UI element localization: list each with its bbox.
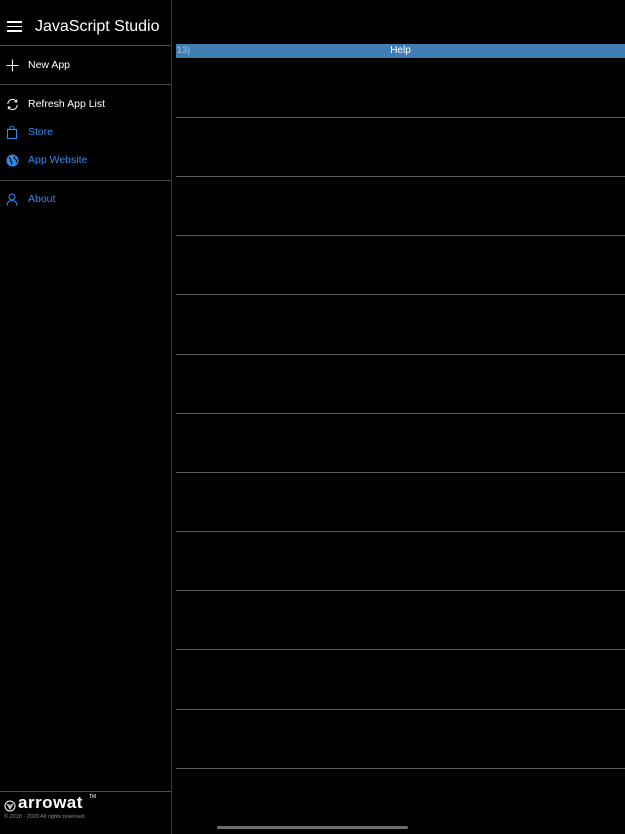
row-separator — [176, 413, 625, 414]
divider — [0, 84, 171, 85]
row-separator — [176, 354, 625, 355]
row-separator — [176, 649, 625, 650]
copyright-text: © 2018 - 2020 All rights reserved. — [4, 814, 86, 820]
help-label: Help — [390, 45, 411, 56]
arrowat-logo: arrowat TM — [4, 793, 164, 826]
row-separator — [176, 590, 625, 591]
row-separator — [176, 531, 625, 532]
app-website-link[interactable]: App Website — [0, 148, 171, 172]
globe-icon — [5, 153, 19, 167]
refresh-icon — [5, 97, 19, 111]
row-separator — [176, 294, 625, 295]
divider — [0, 45, 171, 46]
row-separator — [176, 472, 625, 473]
shopping-bag-icon — [5, 125, 19, 139]
hamburger-menu-icon[interactable] — [7, 21, 22, 32]
home-indicator[interactable] — [217, 826, 408, 829]
new-app-button[interactable]: New App — [0, 53, 171, 77]
logo-text: arrowat — [18, 793, 83, 812]
help-bar[interactable]: 13) Help — [176, 44, 625, 58]
person-icon — [5, 192, 19, 206]
main-content: 13) Help — [176, 44, 625, 834]
logo-trademark: TM — [89, 794, 97, 800]
row-separator — [176, 235, 625, 236]
store-label: Store — [28, 126, 54, 138]
plus-icon — [5, 58, 19, 72]
new-app-label: New App — [28, 59, 71, 71]
sidebar-header: JavaScript Studio — [0, 0, 172, 46]
divider — [0, 180, 171, 181]
refresh-app-list-label: Refresh App List — [28, 98, 106, 110]
arrowat-mark-icon — [4, 799, 16, 812]
app-title: JavaScript Studio — [35, 18, 160, 35]
row-separator — [176, 709, 625, 710]
app-website-label: App Website — [28, 154, 88, 166]
refresh-app-list-button[interactable]: Refresh App List — [0, 92, 171, 116]
sidebar: JavaScript Studio New App Refresh App Li… — [0, 0, 172, 834]
about-label: About — [28, 193, 56, 205]
row-separator — [176, 768, 625, 769]
store-link[interactable]: Store — [0, 120, 171, 144]
row-separator — [176, 176, 625, 177]
about-link[interactable]: About — [0, 187, 171, 211]
divider — [0, 791, 171, 792]
row-separator — [176, 117, 625, 118]
